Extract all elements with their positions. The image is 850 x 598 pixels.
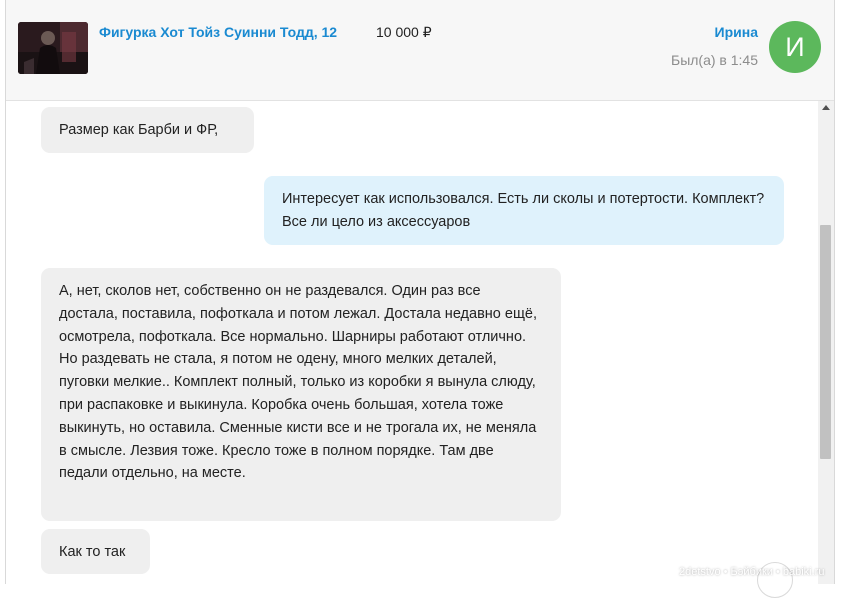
chat-window: Фигурка Хот Тойз Суинни Тодд, 12 10 000 … xyxy=(5,0,835,584)
item-thumbnail[interactable] xyxy=(18,22,88,74)
message-incoming: Размер как Барби и ФР, xyxy=(41,107,254,153)
watermark-text: 2detstvo • Бэйбики • babiki.ru xyxy=(679,566,825,578)
scroll-up-arrow-icon[interactable] xyxy=(818,101,834,115)
item-price: 10 000 ₽ xyxy=(376,24,432,40)
message-incoming: А, нет, сколов нет, собственно он не раз… xyxy=(41,268,561,521)
scrollbar-thumb[interactable] xyxy=(820,225,831,459)
message-list: Размер как Барби и ФР, Интересует как ис… xyxy=(6,101,818,584)
user-last-seen: Был(а) в 1:45 xyxy=(671,52,758,68)
user-avatar[interactable]: И xyxy=(769,21,821,73)
item-title-link[interactable]: Фигурка Хот Тойз Суинни Тодд, 12 xyxy=(99,24,337,40)
chat-header: Фигурка Хот Тойз Суинни Тодд, 12 10 000 … xyxy=(6,0,834,101)
figure-photo-icon xyxy=(18,22,88,74)
scrollbar[interactable] xyxy=(818,101,834,584)
user-name-link[interactable]: Ирина xyxy=(715,24,758,40)
message-incoming: Как то так xyxy=(41,529,150,574)
message-outgoing: Интересует как использовался. Есть ли ск… xyxy=(264,176,784,245)
